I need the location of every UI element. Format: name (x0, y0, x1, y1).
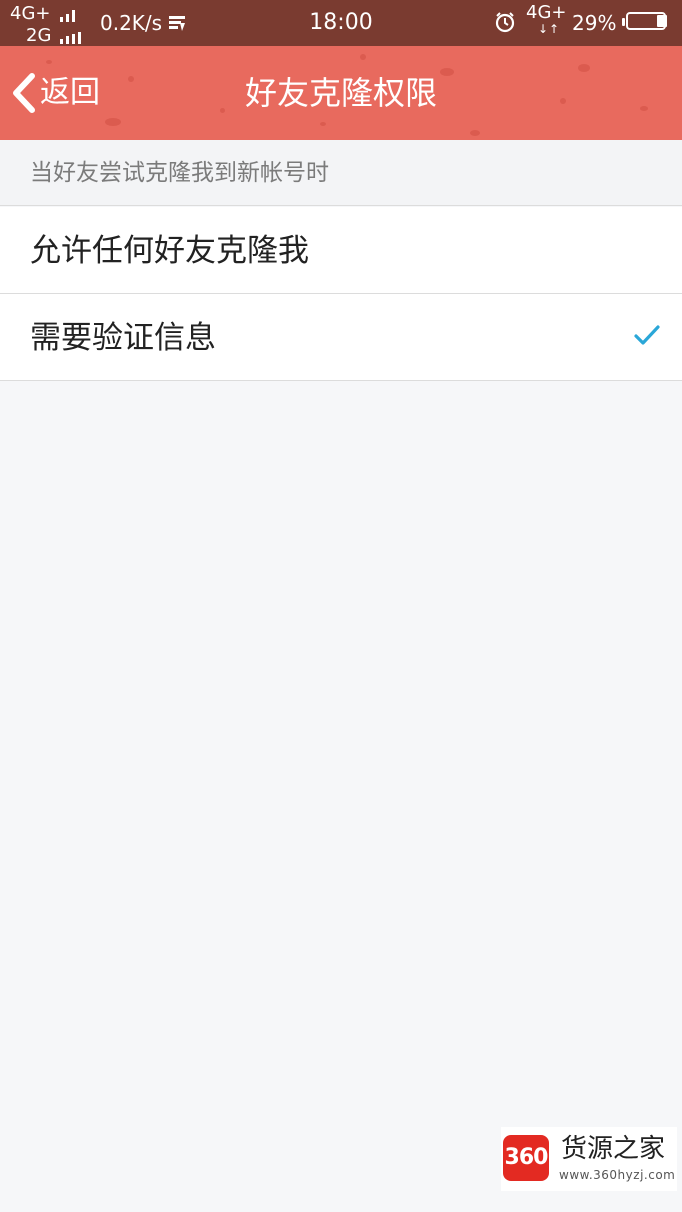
watermark-name: 货源之家 (561, 1134, 666, 1164)
page-title: 好友克隆权限 (244, 74, 437, 112)
section-header: 当好友尝试克隆我到新帐号时 (0, 140, 682, 206)
alarm-icon (495, 12, 515, 33)
navigation-bar: 返回 好友克隆权限 (0, 46, 682, 140)
network-type-data: 4G+ (526, 2, 567, 23)
section-header-text: 当好友尝试克隆我到新帐号时 (30, 160, 329, 186)
option-require-verification[interactable]: 需要验证信息 (0, 294, 682, 381)
checkmark-icon (634, 325, 660, 345)
status-bar: 4G+ 2G 0.2K/s 18:00 4G+ ↓↑ 29% (0, 0, 682, 46)
watermark: 360 货源之家 www.360hyzj.com (501, 1127, 677, 1191)
option-label: 允许任何好友克隆我 (30, 233, 309, 269)
watermark-logo: 360 (503, 1135, 549, 1181)
watermark-url: www.360hyzj.com (559, 1168, 676, 1182)
battery-icon (622, 12, 670, 32)
data-activity-icon: ↓↑ (538, 22, 561, 36)
battery-percent: 29% (572, 11, 617, 35)
option-label: 需要验证信息 (30, 320, 216, 356)
option-list: 允许任何好友克隆我 需要验证信息 (0, 207, 682, 381)
option-allow-any-friend[interactable]: 允许任何好友克隆我 (0, 207, 682, 294)
